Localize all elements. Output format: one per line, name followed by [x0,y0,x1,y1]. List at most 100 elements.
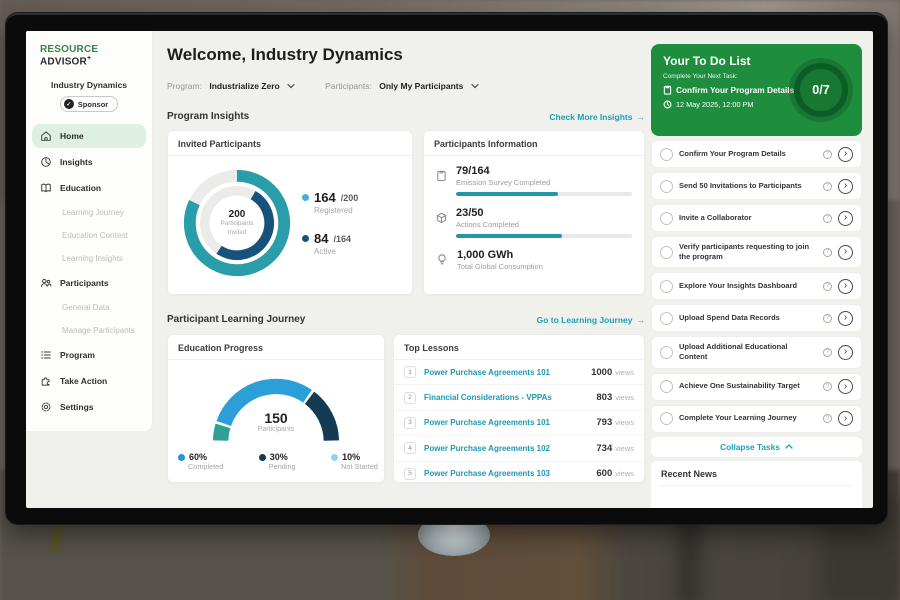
lesson-link[interactable]: Financial Considerations - VPPAs [424,393,596,402]
lightbulb-icon [436,253,448,266]
collapse-tasks-link[interactable]: Collapse Tasks [651,437,862,457]
gauge-legend: 60% Completed 30% Pending 10% Not Starte… [178,452,378,471]
program-filter-label: Program: [167,81,202,91]
chevron-right-icon[interactable]: › [838,311,853,326]
views-word: views [615,368,634,377]
sidebar-item-insights[interactable]: Insights [32,150,146,174]
lesson-views: 1000 [591,367,612,378]
sidebar-item-learning-journey[interactable]: Learning Journey [32,202,146,223]
todo-progress-value: 0/7 [812,83,829,97]
home-icon [40,130,52,142]
box-icon [436,211,447,224]
sidebar-item-settings[interactable]: Settings [32,395,146,419]
sidebar-item-home[interactable]: Home [32,124,146,148]
checkbox-circle-icon[interactable] [660,212,673,225]
todo-item[interactable]: Verify participants requesting to join t… [651,236,862,268]
chevron-right-icon[interactable]: › [838,379,853,394]
todo-item-label: Verify participants requesting to join t… [679,242,817,262]
participants-information-card: Participants Information 79/164 Emission… [423,130,645,295]
lesson-link[interactable]: Power Purchase Agreements 103 [424,469,596,478]
lesson-link[interactable]: Power Purchase Agreements 101 [424,368,591,377]
todo-item[interactable]: Upload Spend Data Records ? › [651,304,862,332]
org-name: Industry Dynamics [26,80,152,90]
invited-donut-chart: 200 Participants Invited [178,164,296,282]
todo-item[interactable]: Achieve One Sustainability Target ? › [651,373,862,401]
sponsor-icon: ✓ [64,99,74,109]
sidebar-item-take-action[interactable]: Take Action [32,369,146,393]
check-more-insights-link[interactable]: Check More Insights→ [549,112,645,122]
lesson-row[interactable]: 5 Power Purchase Agreements 103 600 view… [394,462,644,484]
checkbox-circle-icon[interactable] [660,380,673,393]
task-icon [663,85,672,95]
lesson-row[interactable]: 2 Financial Considerations - VPPAs 803 v… [394,385,644,410]
chevron-right-icon[interactable]: › [838,411,853,426]
sidebar-item-label: Manage Participants [62,326,135,335]
sidebar-item-label: Insights [60,157,93,167]
progress-bar-fill [456,234,562,238]
todo-item[interactable]: Explore Your Insights Dashboard ? › [651,272,862,300]
todo-item[interactable]: Invite a Collaborator ? › [651,204,862,232]
go-to-learning-journey-link[interactable]: Go to Learning Journey→ [537,315,645,325]
todo-summary-card: Your To Do List Complete Your Next Task:… [651,44,862,136]
sidebar-item-education-content[interactable]: Education Content [32,225,146,246]
lesson-rank: 4 [404,442,416,454]
gauge-center-label: Participants [201,426,351,433]
due-date-label: 12 May 2025, 12:00 PM [676,100,753,109]
sidebar-item-label: Education [60,183,101,193]
checkbox-circle-icon[interactable] [660,180,673,193]
participants-filter[interactable]: Participants: Only My Participants [325,81,479,91]
chevron-right-icon[interactable]: › [838,179,853,194]
insights-icon [40,156,52,168]
sidebar-item-learning-insights[interactable]: Learning Insights [32,248,146,269]
legend-value: 30% [270,452,288,462]
stat-label: Emission Survey Completed [456,178,632,187]
checkbox-circle-icon[interactable] [660,148,673,161]
todo-item[interactable]: Confirm Your Program Details ? › [651,140,862,168]
todo-item[interactable]: Send 50 Invitations to Participants ? › [651,172,862,200]
legend-dot [302,194,309,201]
sidebar-item-label: Home [60,131,84,141]
brand-secondary: ADVISOR [40,56,87,67]
legend-label: Active [314,247,358,256]
stat-emission-survey: 79/164 Emission Survey Completed [436,165,632,196]
checkbox-circle-icon[interactable] [660,412,673,425]
chevron-right-icon[interactable]: › [838,245,853,260]
todo-item-label: Upload Spend Data Records [679,313,817,323]
collapse-tasks-label: Collapse Tasks [720,442,780,452]
chevron-right-icon[interactable]: › [838,279,853,294]
donut-center-value: 200 [229,209,246,220]
program-filter[interactable]: Program: Industrialize Zero [167,81,295,91]
chevron-right-icon[interactable]: › [838,211,853,226]
todo-item[interactable]: Complete Your Learning Journey ? › [651,405,862,433]
help-icon: ? [823,414,832,423]
legend-label: Pending [269,462,296,471]
sidebar-item-manage-participants[interactable]: Manage Participants [32,320,146,341]
checkbox-circle-icon[interactable] [660,280,673,293]
list-icon [40,349,52,361]
app-logo: RESOURCE ADVISOR+ [40,44,152,67]
checkbox-circle-icon[interactable] [660,346,673,359]
lesson-link[interactable]: Power Purchase Agreements 102 [424,444,596,453]
legend-dot [178,454,185,461]
legend-value: 10% [342,452,360,462]
sidebar-item-education[interactable]: Education [32,176,146,200]
sidebar-item-program[interactable]: Program [32,343,146,367]
stat-label: Total Global Consumption [457,262,543,271]
sidebar-item-participants[interactable]: Participants [32,271,146,295]
checkbox-circle-icon[interactable] [660,312,673,325]
legend-completed: 60% Completed [178,452,223,471]
checkbox-circle-icon[interactable] [660,246,673,259]
help-icon: ? [823,248,832,257]
next-task-label: Confirm Your Program Details [676,85,794,95]
lesson-row[interactable]: 1 Power Purchase Agreements 101 1000 vie… [394,360,644,385]
lesson-row[interactable]: 4 Power Purchase Agreements 102 734 view… [394,436,644,461]
todo-item[interactable]: Upload Additional Educational Content ? … [651,336,862,368]
sidebar-item-general-data[interactable]: General Data [32,297,146,318]
brand-plus: + [87,55,91,62]
sidebar-nav: Home Insights Education Learning Journey… [26,124,152,419]
lesson-link[interactable]: Power Purchase Agreements 101 [424,418,596,427]
lesson-row[interactable]: 3 Power Purchase Agreements 101 793 view… [394,411,644,436]
chevron-right-icon[interactable]: › [838,345,853,360]
next-task: Confirm Your Program Details [663,85,795,95]
chevron-right-icon[interactable]: › [838,147,853,162]
